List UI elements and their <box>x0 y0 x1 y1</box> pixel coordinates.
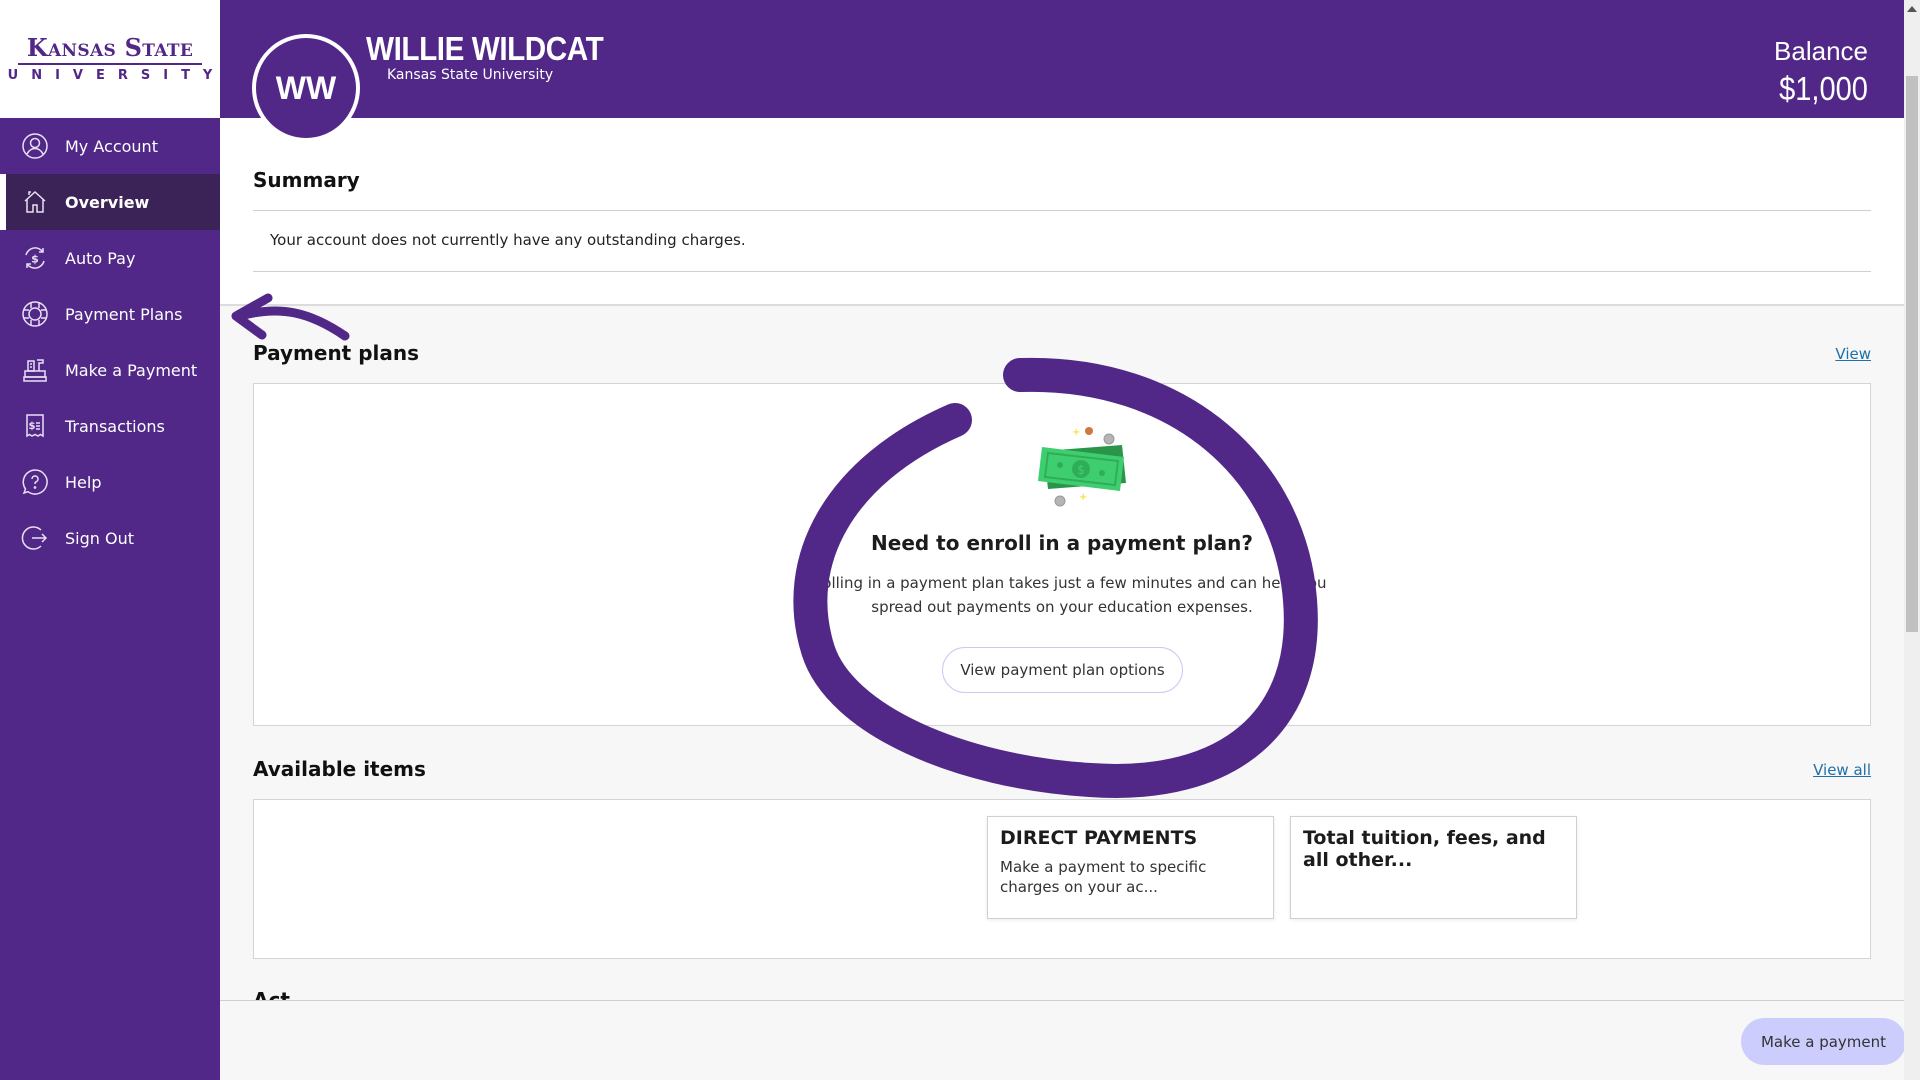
available-item-tile[interactable]: Total tuition, fees, and all other... <box>1290 816 1577 919</box>
logo-rule <box>18 63 202 65</box>
page-scrollbar[interactable] <box>1904 0 1920 1080</box>
lifebuoy-icon <box>20 299 50 329</box>
user-school: Kansas State University <box>387 67 554 83</box>
sidebar-item-payment-plans[interactable]: Payment Plans <box>0 286 220 342</box>
sidebar-item-label: Sign Out <box>65 528 134 548</box>
payment-plans-view-link[interactable]: View <box>1835 345 1871 363</box>
account-header: WW WILLIE WILDCAT Kansas State Universit… <box>220 0 1904 142</box>
next-section-title: Act... <box>253 988 313 1000</box>
cash-register-icon <box>20 355 50 385</box>
make-a-payment-button[interactable]: Make a payment <box>1741 1018 1906 1065</box>
balance-label: Balance <box>1774 36 1868 66</box>
item-description: Make a payment to specific charges on yo… <box>1000 858 1207 896</box>
svg-text:$: $ <box>31 253 39 266</box>
divider <box>253 210 1871 211</box>
sidebar-item-label: Overview <box>65 192 150 212</box>
sidebar-item-my-account[interactable]: My Account <box>0 118 220 174</box>
sidebar-item-make-a-payment[interactable]: Make a Payment <box>0 342 220 398</box>
sidebar-item-sign-out[interactable]: Sign Out <box>0 510 220 566</box>
sidebar-item-label: Payment Plans <box>65 304 183 324</box>
available-item-tile[interactable]: DIRECT PAYMENTS Make a payment to specif… <box>987 816 1274 919</box>
scroll-up-arrow-icon[interactable] <box>1907 6 1917 12</box>
summary-message: Your account does not currently have any… <box>270 231 746 249</box>
scrollbar-thumb[interactable] <box>1906 76 1918 632</box>
sidebar-item-label: Transactions <box>65 416 165 436</box>
help-bubble-icon <box>20 467 50 497</box>
svg-text:+: + <box>1079 492 1087 503</box>
available-items-title: Available items <box>253 757 426 781</box>
sidebar-nav: My Account Overview $ Auto Pay Payment P… <box>0 118 220 566</box>
logo-subtitle: UNIVERSITY <box>7 68 226 83</box>
sidebar: Kansas State UNIVERSITY My Account Overv… <box>0 0 220 1080</box>
autopay-dollar-icon: $ <box>20 243 50 273</box>
payment-plans-heading: Need to enroll in a payment plan? <box>871 531 1253 555</box>
sign-out-icon <box>20 523 50 553</box>
sidebar-item-label: Help <box>65 472 102 492</box>
payment-plans-card: $ + + Need to enroll in a payment plan? … <box>253 383 1871 726</box>
payment-plans-description: Enrolling in a payment plan takes just a… <box>254 571 1870 619</box>
summary-section: Summary Your account does not currently … <box>220 118 1904 306</box>
home-icon <box>20 187 50 217</box>
sidebar-item-transactions[interactable]: $ Transactions <box>0 398 220 454</box>
divider <box>253 271 1871 272</box>
item-title: DIRECT PAYMENTS <box>1000 827 1198 849</box>
sidebar-item-label: Auto Pay <box>65 248 136 268</box>
sidebar-item-auto-pay[interactable]: $ Auto Pay <box>0 230 220 286</box>
view-payment-plan-options-button[interactable]: View payment plan options <box>942 647 1183 693</box>
payment-plans-description-line2: spread out payments on your education ex… <box>871 598 1253 616</box>
money-cash-icon: $ + + <box>1038 427 1126 507</box>
svg-text:+: + <box>1072 427 1080 438</box>
user-name: WILLIE WILDCAT <box>366 30 604 67</box>
main-content: Summary Your account does not currently … <box>220 118 1904 1000</box>
item-title: Total tuition, fees, and all other... <box>1303 827 1546 871</box>
avatar: WW <box>252 34 360 142</box>
kansas-state-logo[interactable]: Kansas State UNIVERSITY <box>0 0 220 118</box>
sidebar-item-overview[interactable]: Overview <box>0 174 220 230</box>
available-items-view-all-link[interactable]: View all <box>1813 761 1871 779</box>
svg-text:$: $ <box>1077 463 1085 477</box>
receipt-icon: $ <box>20 411 50 441</box>
footer-action-bar: Make a payment <box>220 1000 1906 1080</box>
sidebar-item-label: Make a Payment <box>65 360 198 380</box>
balance-value: $1,000 <box>1779 70 1868 107</box>
summary-title: Summary <box>253 168 360 192</box>
payment-plans-description-line1: Enrolling in a payment plan takes just a… <box>797 574 1327 592</box>
svg-text:$: $ <box>29 421 36 432</box>
logo-wordmark: Kansas State <box>26 33 194 62</box>
user-circle-icon <box>20 131 50 161</box>
available-items-card: DIRECT PAYMENTS Make a payment to specif… <box>253 799 1871 959</box>
sidebar-item-help[interactable]: Help <box>0 454 220 510</box>
sidebar-item-label: My Account <box>65 136 158 156</box>
payment-plans-title: Payment plans <box>253 341 420 365</box>
